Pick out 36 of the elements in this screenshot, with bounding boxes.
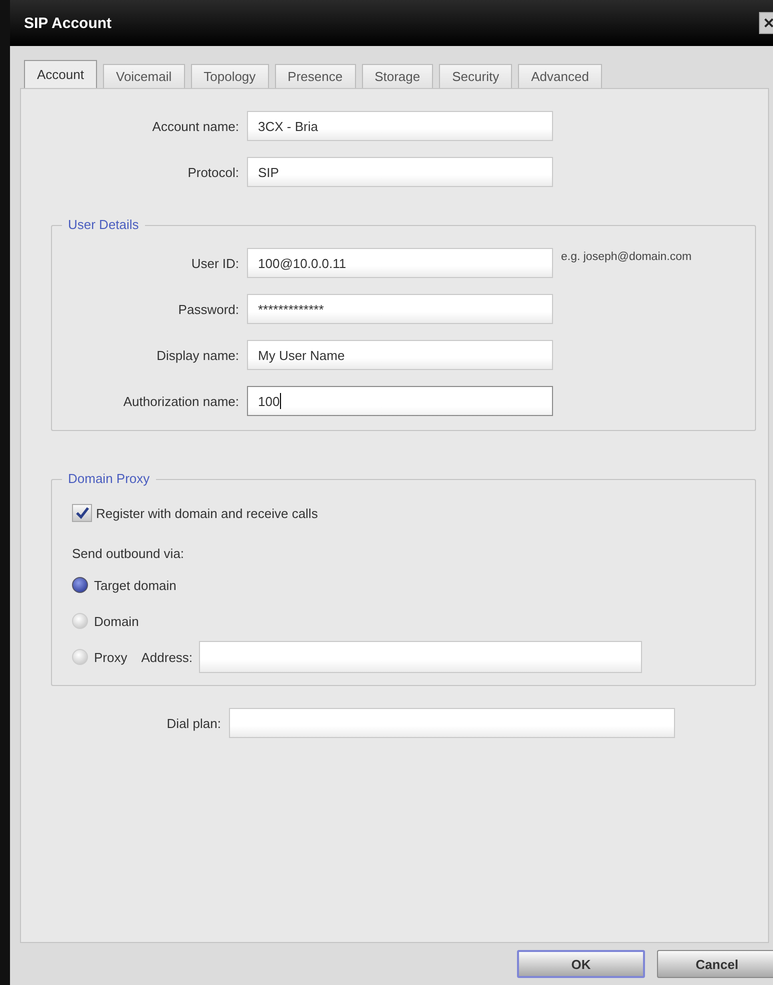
input-field[interactable]: 100@10.0.0.11 — [247, 248, 553, 278]
tab[interactable]: Account — [24, 60, 97, 88]
field-label: Protocol: — [186, 164, 240, 180]
tab[interactable]: Advanced — [518, 64, 602, 88]
input-field[interactable]: 100 — [247, 386, 553, 416]
field-label: Dial plan: — [166, 716, 222, 730]
group-title: Domain Proxy — [62, 471, 156, 486]
section-label: Send outbound via: — [72, 546, 186, 561]
tab[interactable]: Security — [439, 64, 512, 88]
field-label: User ID: — [190, 256, 240, 270]
input-field[interactable]: ************* — [247, 294, 553, 324]
field-label: Display name: — [156, 348, 240, 362]
dialog-button[interactable]: Cancel — [657, 950, 773, 978]
input-field[interactable] — [229, 708, 675, 738]
input-field[interactable]: SIP — [247, 157, 553, 187]
window-title: SIP Account — [24, 14, 112, 32]
input-field[interactable]: 3CX - Bria — [247, 111, 553, 141]
radio-label: Target domain — [94, 578, 176, 592]
field-label: Address: — [141, 650, 193, 664]
tab[interactable]: Storage — [362, 64, 434, 88]
checkbox-label: Register with domain and receive calls — [96, 506, 318, 520]
input-field[interactable]: My User Name — [247, 340, 553, 370]
tab[interactable]: Topology — [190, 64, 269, 88]
tab[interactable]: Voicemail — [102, 64, 185, 88]
radio-label: Domain — [94, 614, 139, 628]
radio-button[interactable] — [72, 577, 88, 593]
hint-text: e.g. joseph@domain.com — [561, 251, 692, 263]
field-label: Authorization name: — [122, 394, 240, 408]
group-title: User Details — [62, 217, 145, 232]
field-label: Password: — [177, 302, 240, 316]
input-field[interactable] — [198, 641, 642, 673]
radio-label: Proxy — [94, 650, 128, 664]
field-label: Account name: — [151, 118, 240, 134]
tab[interactable]: Presence — [274, 64, 356, 88]
checkbox[interactable] — [72, 504, 92, 522]
dialog-button[interactable]: OK — [517, 950, 645, 978]
